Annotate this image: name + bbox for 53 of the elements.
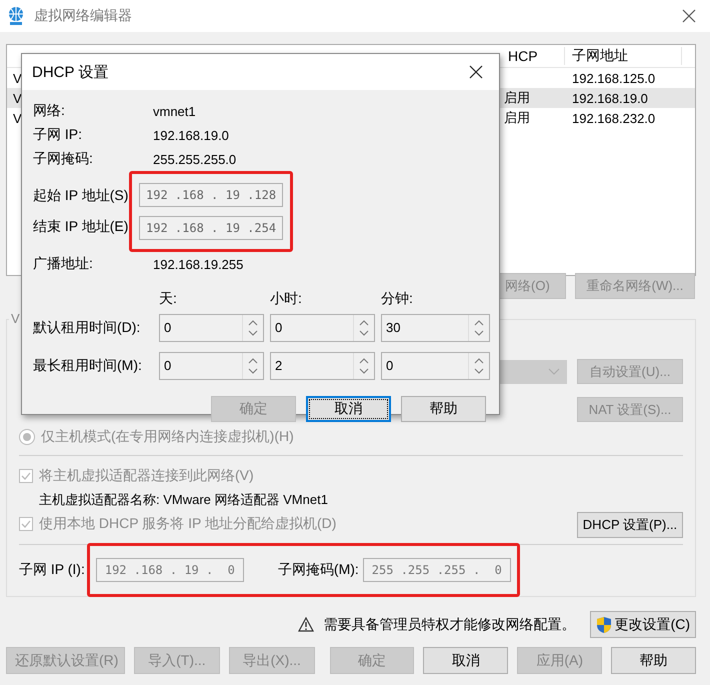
close-icon[interactable] [682, 9, 696, 23]
warning-message: 需要具备管理员特权才能修改网络配置。 [324, 616, 576, 634]
field-value: 192.168.19.0 [153, 128, 229, 142]
subnet-mask-label: 子网掩码(M): [278, 561, 359, 579]
window-title: 虚拟网络编辑器 [34, 7, 133, 25]
column-label: 天: [159, 290, 178, 308]
radio-label: 仅主机模式(在专用网络内连接虚拟机)(H) [41, 428, 294, 446]
field-value: 192.168.19.255 [153, 256, 244, 272]
subnet-ip-label: 子网 IP (I): [19, 561, 85, 579]
table-cell-text: 启用 [503, 90, 530, 105]
adapter-name: 主机虚拟适配器名称: VMware 网络适配器 VMnet1 [38, 491, 329, 509]
field-label: 结束 IP 地址(E) [33, 218, 129, 236]
group-label: V [9, 311, 22, 326]
column-header[interactable]: 子网地址 [564, 47, 682, 65]
dialog-button[interactable]: 帮助 [401, 396, 486, 422]
checkbox-label: 将主机虚拟适配器连接到此网络(V) [39, 467, 254, 485]
dhcp-settings-button[interactable]: DHCP 设置(P)... [577, 512, 683, 538]
spin-field[interactable]: 0 [159, 352, 264, 380]
field-value: vmnet1 [153, 104, 196, 118]
field-label: 起始 IP 地址(S) [33, 187, 129, 205]
field-label: 最长租用时间(M): [33, 357, 143, 375]
field-label: 网络: [33, 102, 66, 120]
ip-address-field[interactable]: 192 .168 . 19 .254 [139, 216, 284, 240]
chevron-icon [548, 368, 560, 376]
warning-icon [298, 617, 314, 632]
spin-field[interactable]: 30 [381, 314, 490, 342]
table-cell-text: 192.168.232.0 [571, 110, 656, 126]
shield-icon [596, 616, 612, 634]
field-label: 默认租用时间(D): [33, 319, 142, 337]
change-settings-button[interactable]: 更改设置(C) [590, 611, 696, 638]
field-label: 子网 IP: [33, 126, 84, 144]
footer-button[interactable]: 取消 [423, 647, 508, 674]
globe-icon [6, 6, 26, 26]
spin-field[interactable]: 0 [159, 314, 264, 342]
column-label: 小时: [270, 290, 303, 308]
table-cell-text: 192.168.19.0 [571, 90, 648, 106]
spin-field[interactable]: 0 [270, 314, 375, 342]
field-value: 255.255.255.0 [153, 152, 236, 166]
table-cell-text: 启用 [503, 110, 530, 125]
column-label: 分钟: [381, 290, 414, 308]
checkbox-label: 使用本地 DHCP 服务将 IP 地址分配给虚拟机(D) [39, 515, 336, 533]
dialog-button[interactable]: 取消 [306, 396, 391, 422]
table-cell-text: V [12, 90, 22, 106]
subnet-mask-field[interactable]: 255 .255 .255 . 0 [362, 558, 511, 582]
field-label: 子网掩码: [33, 150, 94, 168]
field-label: 广播地址: [33, 255, 94, 273]
spin-field[interactable]: 2 [270, 352, 375, 380]
dialog-title: DHCP 设置 [32, 62, 110, 82]
subnet-ip-field[interactable]: 192 .168 . 19 . 0 [96, 558, 244, 582]
footer-button[interactable]: 帮助 [611, 647, 696, 674]
close-icon[interactable] [469, 65, 483, 79]
ip-address-field[interactable]: 192 .168 . 19 .128 [139, 183, 284, 207]
spin-field[interactable]: 0 [381, 352, 490, 380]
